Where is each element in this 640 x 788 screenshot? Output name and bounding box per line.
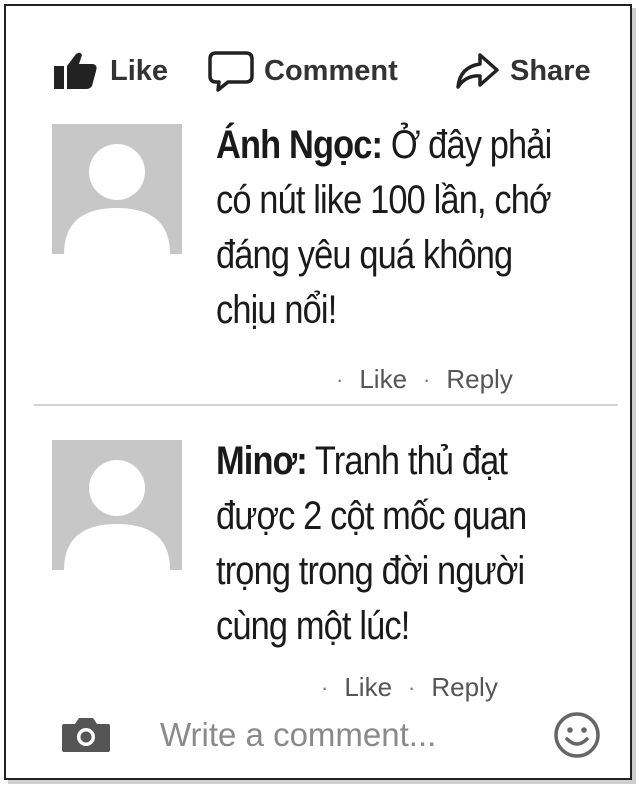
post-actions-bar: Like Comment Share [6, 46, 630, 96]
like-action-label: Like [110, 54, 169, 87]
comment-author[interactable]: Minơ: [216, 439, 308, 483]
comment-body: Minơ: Tranh thủ đạt được 2 cột mốc quan … [216, 434, 560, 654]
comment-like-link[interactable]: Like [359, 364, 407, 395]
comment-reply-link[interactable]: Reply [431, 672, 497, 703]
thumbs-up-icon [52, 51, 100, 91]
share-action-label: Share [510, 54, 591, 87]
share-arrow-icon [454, 51, 500, 91]
speech-bubble-icon [208, 50, 254, 92]
comment-item: Minơ: Tranh thủ đạt được 2 cột mốc quan … [6, 434, 630, 710]
smiley-icon[interactable] [552, 710, 602, 765]
camera-icon[interactable] [60, 714, 112, 759]
comment-item: Ánh Ngọc: Ở đây phải có nút like 100 lần… [6, 118, 630, 400]
comment-action-label: Comment [264, 54, 398, 87]
comment-author[interactable]: Ánh Ngọc: [216, 123, 383, 167]
comment-like-link[interactable]: Like [344, 672, 392, 703]
post-comment-panel: Like Comment Share Ánh Ngọc: Ở đây phải … [4, 4, 632, 780]
comment-body: Ánh Ngọc: Ở đây phải có nút like 100 lần… [216, 118, 560, 338]
like-action-button[interactable]: Like [52, 46, 168, 96]
comment-actions: · Like · Reply [321, 672, 498, 703]
comment-input[interactable]: Write a comment... [160, 716, 436, 754]
comment-divider [34, 404, 618, 406]
comment-actions: · Like · Reply [336, 364, 513, 395]
comment-composer: Write a comment... [6, 706, 630, 764]
avatar[interactable] [52, 440, 182, 570]
comment-action-button[interactable]: Comment [208, 46, 398, 96]
share-action-button[interactable]: Share [454, 46, 591, 96]
avatar[interactable] [52, 124, 182, 254]
comment-reply-link[interactable]: Reply [446, 364, 512, 395]
